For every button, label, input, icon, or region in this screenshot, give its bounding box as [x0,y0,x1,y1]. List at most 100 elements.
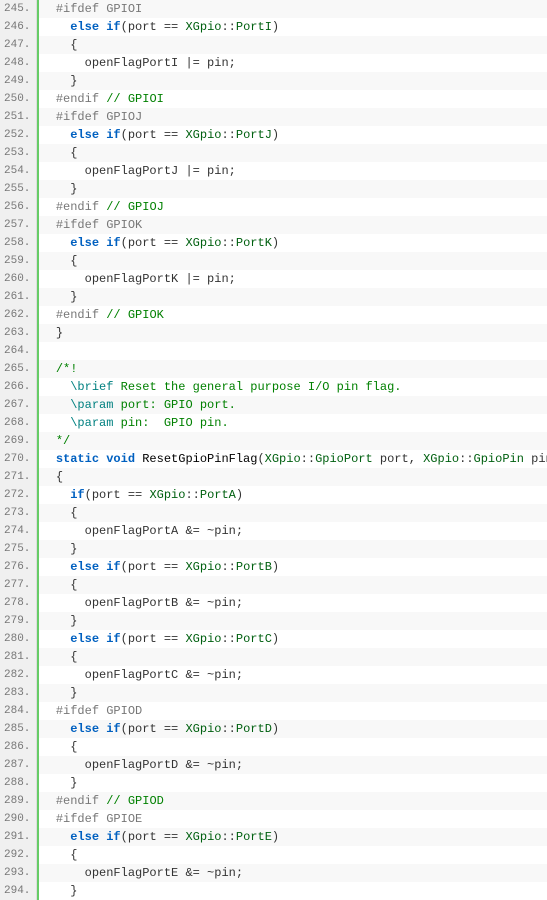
code-line: { [39,144,547,162]
code-token: port [128,632,164,646]
line-number: 253. [0,144,36,162]
code-line: } [39,684,547,702]
line-number: 281. [0,648,36,666]
code-token: ( [121,632,128,646]
code-line: if(port == XGpio::PortA) [39,486,547,504]
code-line: #ifdef GPIOE [39,810,547,828]
code-token: XGpio [178,236,221,250]
code-token: PortD [236,722,272,736]
code-token: == [164,722,178,736]
line-number: 252. [0,126,36,144]
code-token: else if [70,830,120,844]
code-token: XGpio [178,830,221,844]
line-number: 268. [0,414,36,432]
code-token: port [128,128,164,142]
code-line: } [39,540,547,558]
line-number: 270. [0,450,36,468]
code-token: ~pin; [200,596,243,610]
code-token: XGpio [178,20,221,34]
code-token: } [70,182,77,196]
code-token: openFlagPortE [85,866,186,880]
line-number: 278. [0,594,36,612]
code-token: else if [70,632,120,646]
code-token: port [128,20,164,34]
code-token: ( [121,236,128,250]
code-line: #ifdef GPIOJ [39,108,547,126]
code-line: { [39,846,547,864]
code-token: pin) [524,452,547,466]
code-line: #ifdef GPIOI [39,0,547,18]
code-token: #endif [56,92,99,106]
code-token: PortC [236,632,272,646]
code-line: openFlagPortE &= ~pin; [39,864,547,882]
code-token: } [70,884,77,898]
code-token: port [128,236,164,250]
code-token: #endif [56,308,99,322]
line-number: 251. [0,108,36,126]
code-token: ( [257,452,264,466]
code-line: openFlagPortD &= ~pin; [39,756,547,774]
line-number: 293. [0,864,36,882]
code-token: == [164,20,178,34]
code-line: \brief Reset the general purpose I/O pin… [39,378,547,396]
code-token: /*! [56,362,78,376]
code-token: == [164,236,178,250]
line-number: 266. [0,378,36,396]
code-token: pin; [200,164,236,178]
code-token: { [70,38,77,52]
code-token: ( [121,830,128,844]
code-token: openFlagPortD [85,758,186,772]
code-token: { [70,650,77,664]
line-number: 274. [0,522,36,540]
code-line: else if(port == XGpio::PortI) [39,18,547,36]
code-line: openFlagPortB &= ~pin; [39,594,547,612]
code-token: // GPIOK [99,308,164,322]
line-number: 291. [0,828,36,846]
code-token: :: [221,830,235,844]
code-line: else if(port == XGpio::PortC) [39,630,547,648]
code-token: openFlagPortA [85,524,186,538]
code-token: { [70,146,77,160]
code-token: #ifdef [56,2,99,16]
code-line: static void ResetGpioPinFlag(XGpio::Gpio… [39,450,547,468]
code-token: XGpio [178,632,221,646]
line-number: 249. [0,72,36,90]
code-token: } [70,614,77,628]
code-line: #endif // GPIOK [39,306,547,324]
code-token: { [56,470,63,484]
code-token: &= [185,524,199,538]
code-token: ) [272,560,279,574]
code-token: { [70,740,77,754]
code-line: openFlagPortI |= pin; [39,54,547,72]
code-token: } [70,776,77,790]
code-token: \brief [70,380,113,394]
code-line: #endif // GPIOJ [39,198,547,216]
code-line: else if(port == XGpio::PortK) [39,234,547,252]
line-number: 258. [0,234,36,252]
code-token: ( [121,560,128,574]
code-token: PortA [200,488,236,502]
code-line: /*! [39,360,547,378]
code-token: #endif [56,794,99,808]
code-token: GpioPin [474,452,524,466]
line-number: 245. [0,0,36,18]
code-token: } [70,74,77,88]
code-token: ~pin; [200,866,243,880]
code-token: port, [373,452,423,466]
code-token: { [70,848,77,862]
code-line: { [39,648,547,666]
line-number: 261. [0,288,36,306]
code-token: ) [236,488,243,502]
code-token: openFlagPortI [85,56,186,70]
code-line: openFlagPortJ |= pin; [39,162,547,180]
line-number: 248. [0,54,36,72]
code-token: else if [70,722,120,736]
code-token: :: [221,632,235,646]
code-line [39,342,547,360]
code-token: XGpio [178,128,221,142]
code-token: XGpio [423,452,459,466]
code-token: PortB [236,560,272,574]
code-token: } [70,686,77,700]
code-token: port [128,830,164,844]
code-line: } [39,612,547,630]
